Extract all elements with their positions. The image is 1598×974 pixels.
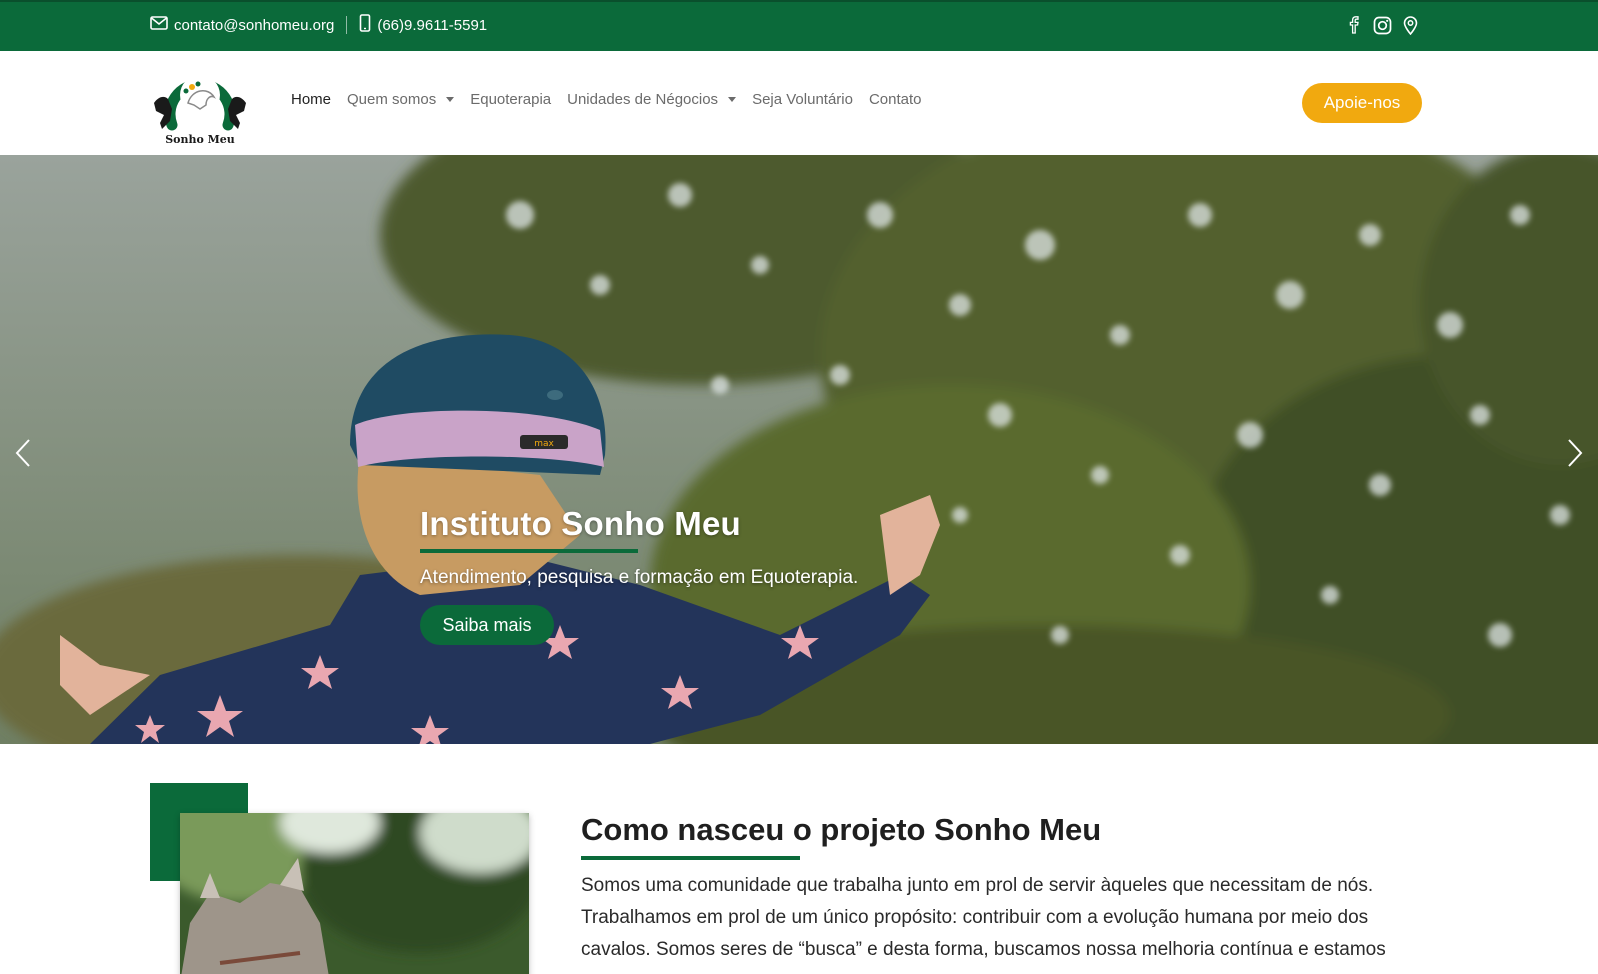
chevron-down-icon xyxy=(728,97,737,102)
nav-unidades-label: Unidades de Négocios xyxy=(567,91,719,108)
about-image xyxy=(180,813,529,974)
chevron-down-icon xyxy=(446,97,455,102)
helmet-brand: max xyxy=(534,439,554,449)
title-underline xyxy=(420,549,638,553)
phone-link[interactable]: (66)9.9611-5591 xyxy=(359,14,487,36)
saiba-mais-button[interactable]: Saiba mais xyxy=(420,605,554,645)
carousel-prev-button[interactable] xyxy=(8,433,38,473)
carousel-next-button[interactable] xyxy=(1560,433,1590,473)
nav-equoterapia[interactable]: Equoterapia xyxy=(470,91,551,108)
about-title-underline xyxy=(581,856,800,860)
contact-info: contato@sonhomeu.org (66)9.9611-5591 xyxy=(150,14,487,36)
chevron-left-icon xyxy=(15,439,30,467)
email-text: contato@sonhomeu.org xyxy=(174,16,335,34)
about-title: Como nasceu o projeto Sonho Meu xyxy=(581,812,1102,847)
hero-caption: Instituto Sonho Meu Atendimento, pesquis… xyxy=(420,505,858,645)
hero-carousel: max Instituto Sonho Meu Atendimento, pes… xyxy=(0,155,1598,744)
apoie-nos-button[interactable]: Apoie-nos xyxy=(1302,83,1422,123)
hero-image: max xyxy=(0,155,1598,744)
phone-icon xyxy=(359,14,371,36)
facebook-icon[interactable] xyxy=(1344,15,1364,35)
email-link[interactable]: contato@sonhomeu.org xyxy=(150,16,334,34)
hero-title: Instituto Sonho Meu xyxy=(420,505,741,542)
top-bar: contato@sonhomeu.org (66)9.9611-5591 xyxy=(0,0,1598,51)
chevron-right-icon xyxy=(1568,439,1583,467)
nav-home[interactable]: Home xyxy=(291,91,331,108)
nav-equoterapia-label: Equoterapia xyxy=(470,91,552,108)
location-icon[interactable] xyxy=(1400,15,1420,35)
nav-home-label: Home xyxy=(291,91,332,108)
nav-seja-voluntario[interactable]: Seja Voluntário xyxy=(752,91,853,108)
nav-quem-somos-label: Quem somos xyxy=(347,91,437,108)
social-links xyxy=(1344,15,1420,35)
instagram-icon[interactable] xyxy=(1372,15,1392,35)
logo-text: Sonho Meu xyxy=(165,133,235,146)
divider xyxy=(346,16,348,34)
site-logo[interactable]: Sonho Meu xyxy=(150,59,250,147)
nav-contato[interactable]: Contato xyxy=(869,91,922,108)
about-section: Como nasceu o projeto Sonho Meu Somos um… xyxy=(581,812,1421,966)
main-navbar: Sonho Meu Home Quem somos Equoterapia Un… xyxy=(0,51,1598,155)
nav-unidades-negocios[interactable]: Unidades de Négocios xyxy=(567,91,737,108)
mail-icon xyxy=(150,16,168,34)
phone-text: (66)9.9611-5591 xyxy=(377,16,488,34)
nav-quem-somos[interactable]: Quem somos xyxy=(347,91,455,108)
main-menu: Home Quem somos Equoterapia Unidades de … xyxy=(291,91,922,108)
nav-voluntario-label: Seja Voluntário xyxy=(752,91,853,108)
nav-contato-label: Contato xyxy=(868,91,922,108)
hero-subtitle: Atendimento, pesquisa e formação em Equo… xyxy=(420,567,859,588)
about-text: Somos uma comunidade que trabalha junto … xyxy=(581,875,1386,960)
